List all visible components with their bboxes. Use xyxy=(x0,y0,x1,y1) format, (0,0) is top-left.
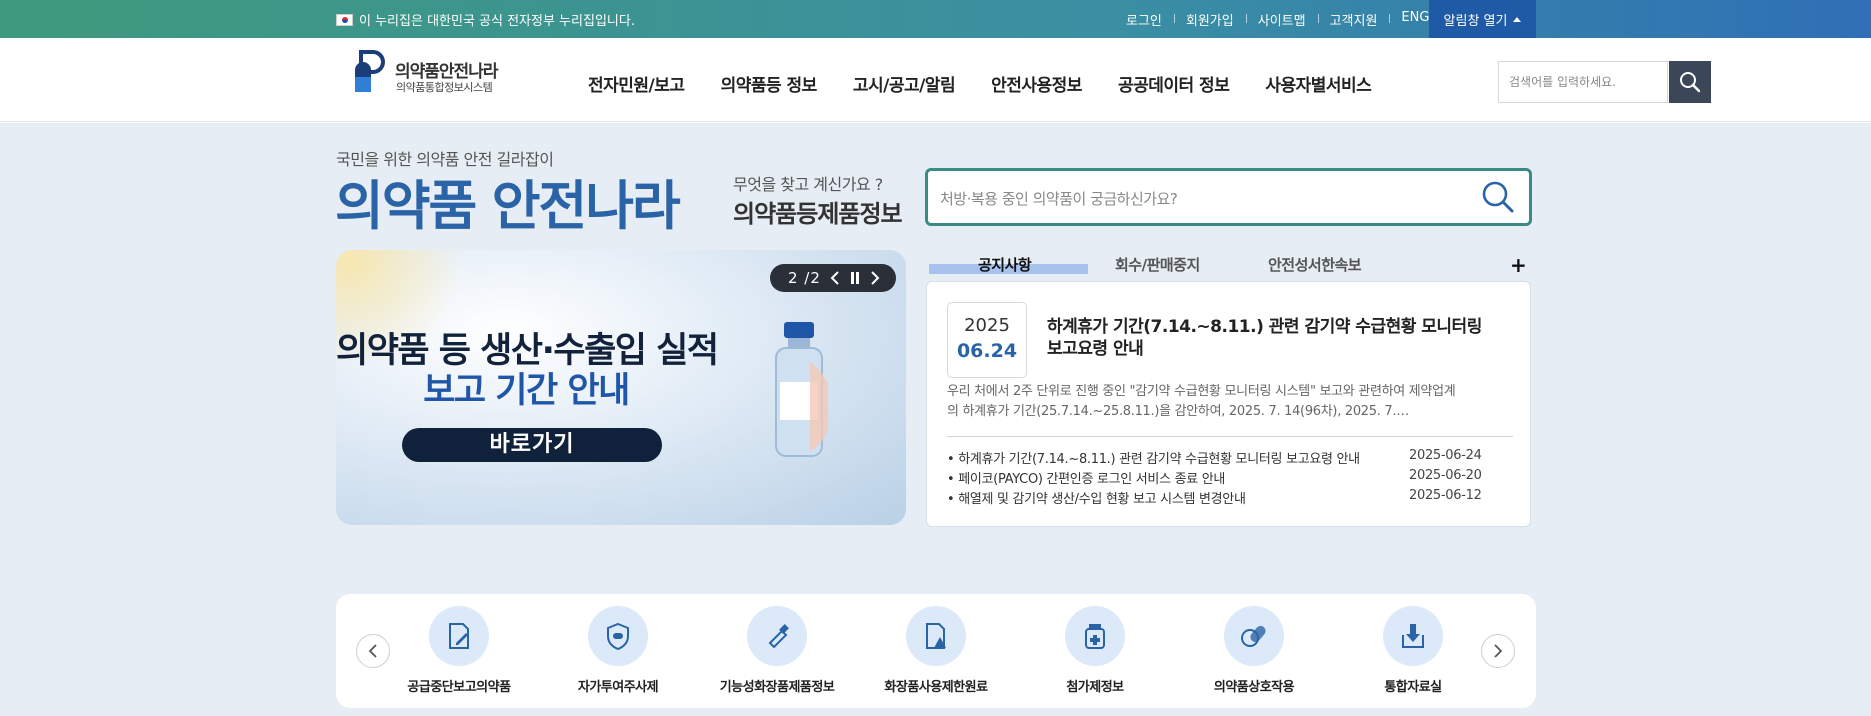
quick-item-self-injection[interactable]: 자가투여주사제 xyxy=(548,606,688,695)
notice-tabs: 공지사항 회수/판매중지 안전성서한속보 xyxy=(926,254,1526,276)
quick-item-drug-interaction[interactable]: 의약품상호작용 xyxy=(1184,606,1324,695)
download-archive-icon xyxy=(1383,606,1443,666)
list-item[interactable]: • 해열제 및 감기약 생산/수입 현황 보고 시스템 변경안내 2025-06… xyxy=(947,488,1513,508)
signup-link[interactable]: 회원가입 xyxy=(1173,10,1246,29)
next-slide-icon[interactable] xyxy=(869,271,881,285)
quick-item-label: 기능성화장품제품정보 xyxy=(719,680,835,695)
list-item-title: 하계휴가 기간(7.14.~8.11.) 관련 감기약 수급현황 모니터링 보고… xyxy=(958,452,1360,467)
quick-item-label: 의약품상호작용 xyxy=(1213,680,1295,695)
alert-toggle-label: 알림창 열기 xyxy=(1443,13,1508,29)
banner-subheadline: 보고 기간 안내 xyxy=(423,371,630,411)
notice-date: 06.24 xyxy=(956,340,1018,362)
chevron-left-icon xyxy=(368,644,377,658)
list-item-date: 2025-06-12 xyxy=(1409,488,1482,503)
banner-pager: 2 /2 xyxy=(788,269,821,287)
search-icon xyxy=(1680,72,1701,93)
pause-icon[interactable] xyxy=(849,271,861,285)
caret-up-icon xyxy=(1513,16,1522,22)
notice-date-box: 2025 06.24 xyxy=(947,302,1027,378)
main-nav: 전자민원/보고 의약품등 정보 고시/공고/알림 안전사용정보 공공데이터 정보… xyxy=(588,71,1407,96)
notice-card: 2025 06.24 하계휴가 기간(7.14.~8.11.) 관련 감기약 수… xyxy=(926,281,1531,527)
notice-year: 2025 xyxy=(964,315,1010,336)
quick-item-functional-cosmetics[interactable]: 기능성화장품제품정보 xyxy=(707,606,847,695)
promo-banner[interactable]: 의약품 등 생산·수출입 실적 보고 기간 안내 바로가기 2 /2 xyxy=(336,250,906,525)
more-plus-icon[interactable]: + xyxy=(1510,253,1527,277)
search-category[interactable]: 의약품등제품정보 xyxy=(733,194,903,229)
banner-controls: 2 /2 xyxy=(770,264,896,292)
support-link[interactable]: 고객지원 xyxy=(1317,10,1390,29)
medicine-bottle-icon xyxy=(1065,606,1125,666)
featured-notice-title[interactable]: 하계휴가 기간(7.14.~8.11.) 관련 감기약 수급현황 모니터링 보고… xyxy=(1047,316,1487,360)
gov-notice-text: 이 누리집은 대한민국 공식 전자정부 누리집입니다. xyxy=(359,14,635,29)
gov-topbar: 이 누리집은 대한민국 공식 전자정부 누리집입니다. 로그인 회원가입 사이트… xyxy=(0,0,1871,38)
quick-item-label: 공급중단보고의약품 xyxy=(407,680,511,695)
quick-item-label: 화장품사용제한원료 xyxy=(884,680,988,695)
drug-search-input[interactable]: 처방·복용 중인 의약품이 궁금하신가요? xyxy=(940,188,1178,209)
header-search-button[interactable] xyxy=(1669,61,1711,103)
drug-search-box[interactable]: 처방·복용 중인 의약품이 궁금하신가요? xyxy=(925,168,1532,226)
login-link[interactable]: 로그인 xyxy=(1114,10,1174,29)
notice-list: • 하계휴가 기간(7.14.~8.11.) 관련 감기약 수급현황 모니터링 … xyxy=(947,448,1513,508)
search-question: 무엇을 찾고 계신가요 ? xyxy=(733,175,883,194)
utility-links: 로그인 회원가입 사이트맵 고객지원 ENG xyxy=(1114,10,1441,29)
hero-title: 의약품 안전나라 xyxy=(335,176,681,237)
sitemap-link[interactable]: 사이트맵 xyxy=(1245,10,1318,29)
gov-notice: 이 누리집은 대한민국 공식 전자정부 누리집입니다. xyxy=(336,10,635,29)
list-item-date: 2025-06-20 xyxy=(1409,468,1482,483)
alert-toggle-button[interactable]: 알림창 열기 xyxy=(1429,0,1536,38)
featured-notice-summary: 우리 처에서 2주 단위로 진행 중인 "감기약 수급현황 모니터링 시스템" … xyxy=(947,384,1456,419)
shield-pill-icon xyxy=(588,606,648,666)
nav-item-drug-info[interactable]: 의약품등 정보 xyxy=(721,71,818,96)
quick-next-button[interactable] xyxy=(1481,634,1515,668)
nav-item-e-petition[interactable]: 전자민원/보고 xyxy=(588,71,685,96)
list-item[interactable]: • 페이코(PAYCO) 간편인증 로그인 서비스 종료 안내 2025-06-… xyxy=(947,468,1513,488)
quick-item-restricted-ingredients[interactable]: 화장품사용제한원료 xyxy=(866,606,1006,695)
quick-item-additives[interactable]: 첨가제정보 xyxy=(1025,606,1165,695)
document-warning-icon xyxy=(906,606,966,666)
tab-notices[interactable]: 공지사항 xyxy=(978,254,1032,275)
prev-slide-icon[interactable] xyxy=(829,271,841,285)
logo-mark-icon xyxy=(355,50,385,92)
list-item[interactable]: • 하계휴가 기간(7.14.~8.11.) 관련 감기약 수급현황 모니터링 … xyxy=(947,448,1513,468)
nav-item-notices[interactable]: 고시/공고/알림 xyxy=(853,71,956,96)
quick-item-label: 통합자료실 xyxy=(1384,680,1442,695)
korea-flag-icon xyxy=(336,13,353,26)
nav-item-safety-info[interactable]: 안전사용정보 xyxy=(991,71,1082,96)
list-item-title: 페이코(PAYCO) 간편인증 로그인 서비스 종료 안내 xyxy=(958,472,1226,487)
capsule-icon xyxy=(1224,606,1284,666)
tab-recalls[interactable]: 회수/판매중지 xyxy=(1115,254,1200,275)
document-pen-icon xyxy=(429,606,489,666)
divider xyxy=(947,436,1513,437)
quick-prev-button[interactable] xyxy=(356,634,390,668)
nav-item-public-data[interactable]: 공공데이터 정보 xyxy=(1118,71,1230,96)
quick-menu: 공급중단보고의약품 자가투여주사제 기능성화장품제품정보 화장품사용제한원료 첨… xyxy=(336,594,1536,708)
header-search-input[interactable]: 검색어를 입력하세요. xyxy=(1498,61,1668,103)
quick-item-supply-halt[interactable]: 공급중단보고의약품 xyxy=(389,606,529,695)
quick-item-label: 자가투여주사제 xyxy=(577,680,659,695)
cosmetic-tube-icon xyxy=(747,606,807,666)
list-item-date: 2025-06-24 xyxy=(1409,448,1482,463)
logo-subtitle: 의약품통합정보시스템 xyxy=(396,81,493,94)
quick-item-archive[interactable]: 통합자료실 xyxy=(1343,606,1483,695)
tab-safety-letters[interactable]: 안전성서한속보 xyxy=(1268,254,1362,275)
banner-go-button[interactable]: 바로가기 xyxy=(402,428,662,462)
quick-item-label: 첨가제정보 xyxy=(1066,680,1124,695)
search-icon[interactable] xyxy=(1481,180,1515,214)
site-logo[interactable]: 의약품안전나라 의약품통합정보시스템 xyxy=(353,48,513,96)
nav-item-user-services[interactable]: 사용자별서비스 xyxy=(1265,71,1371,96)
chevron-right-icon xyxy=(1494,644,1503,658)
list-item-title: 해열제 및 감기약 생산/수입 현황 보고 시스템 변경안내 xyxy=(958,492,1246,507)
vaccine-vial-icon xyxy=(775,322,828,457)
